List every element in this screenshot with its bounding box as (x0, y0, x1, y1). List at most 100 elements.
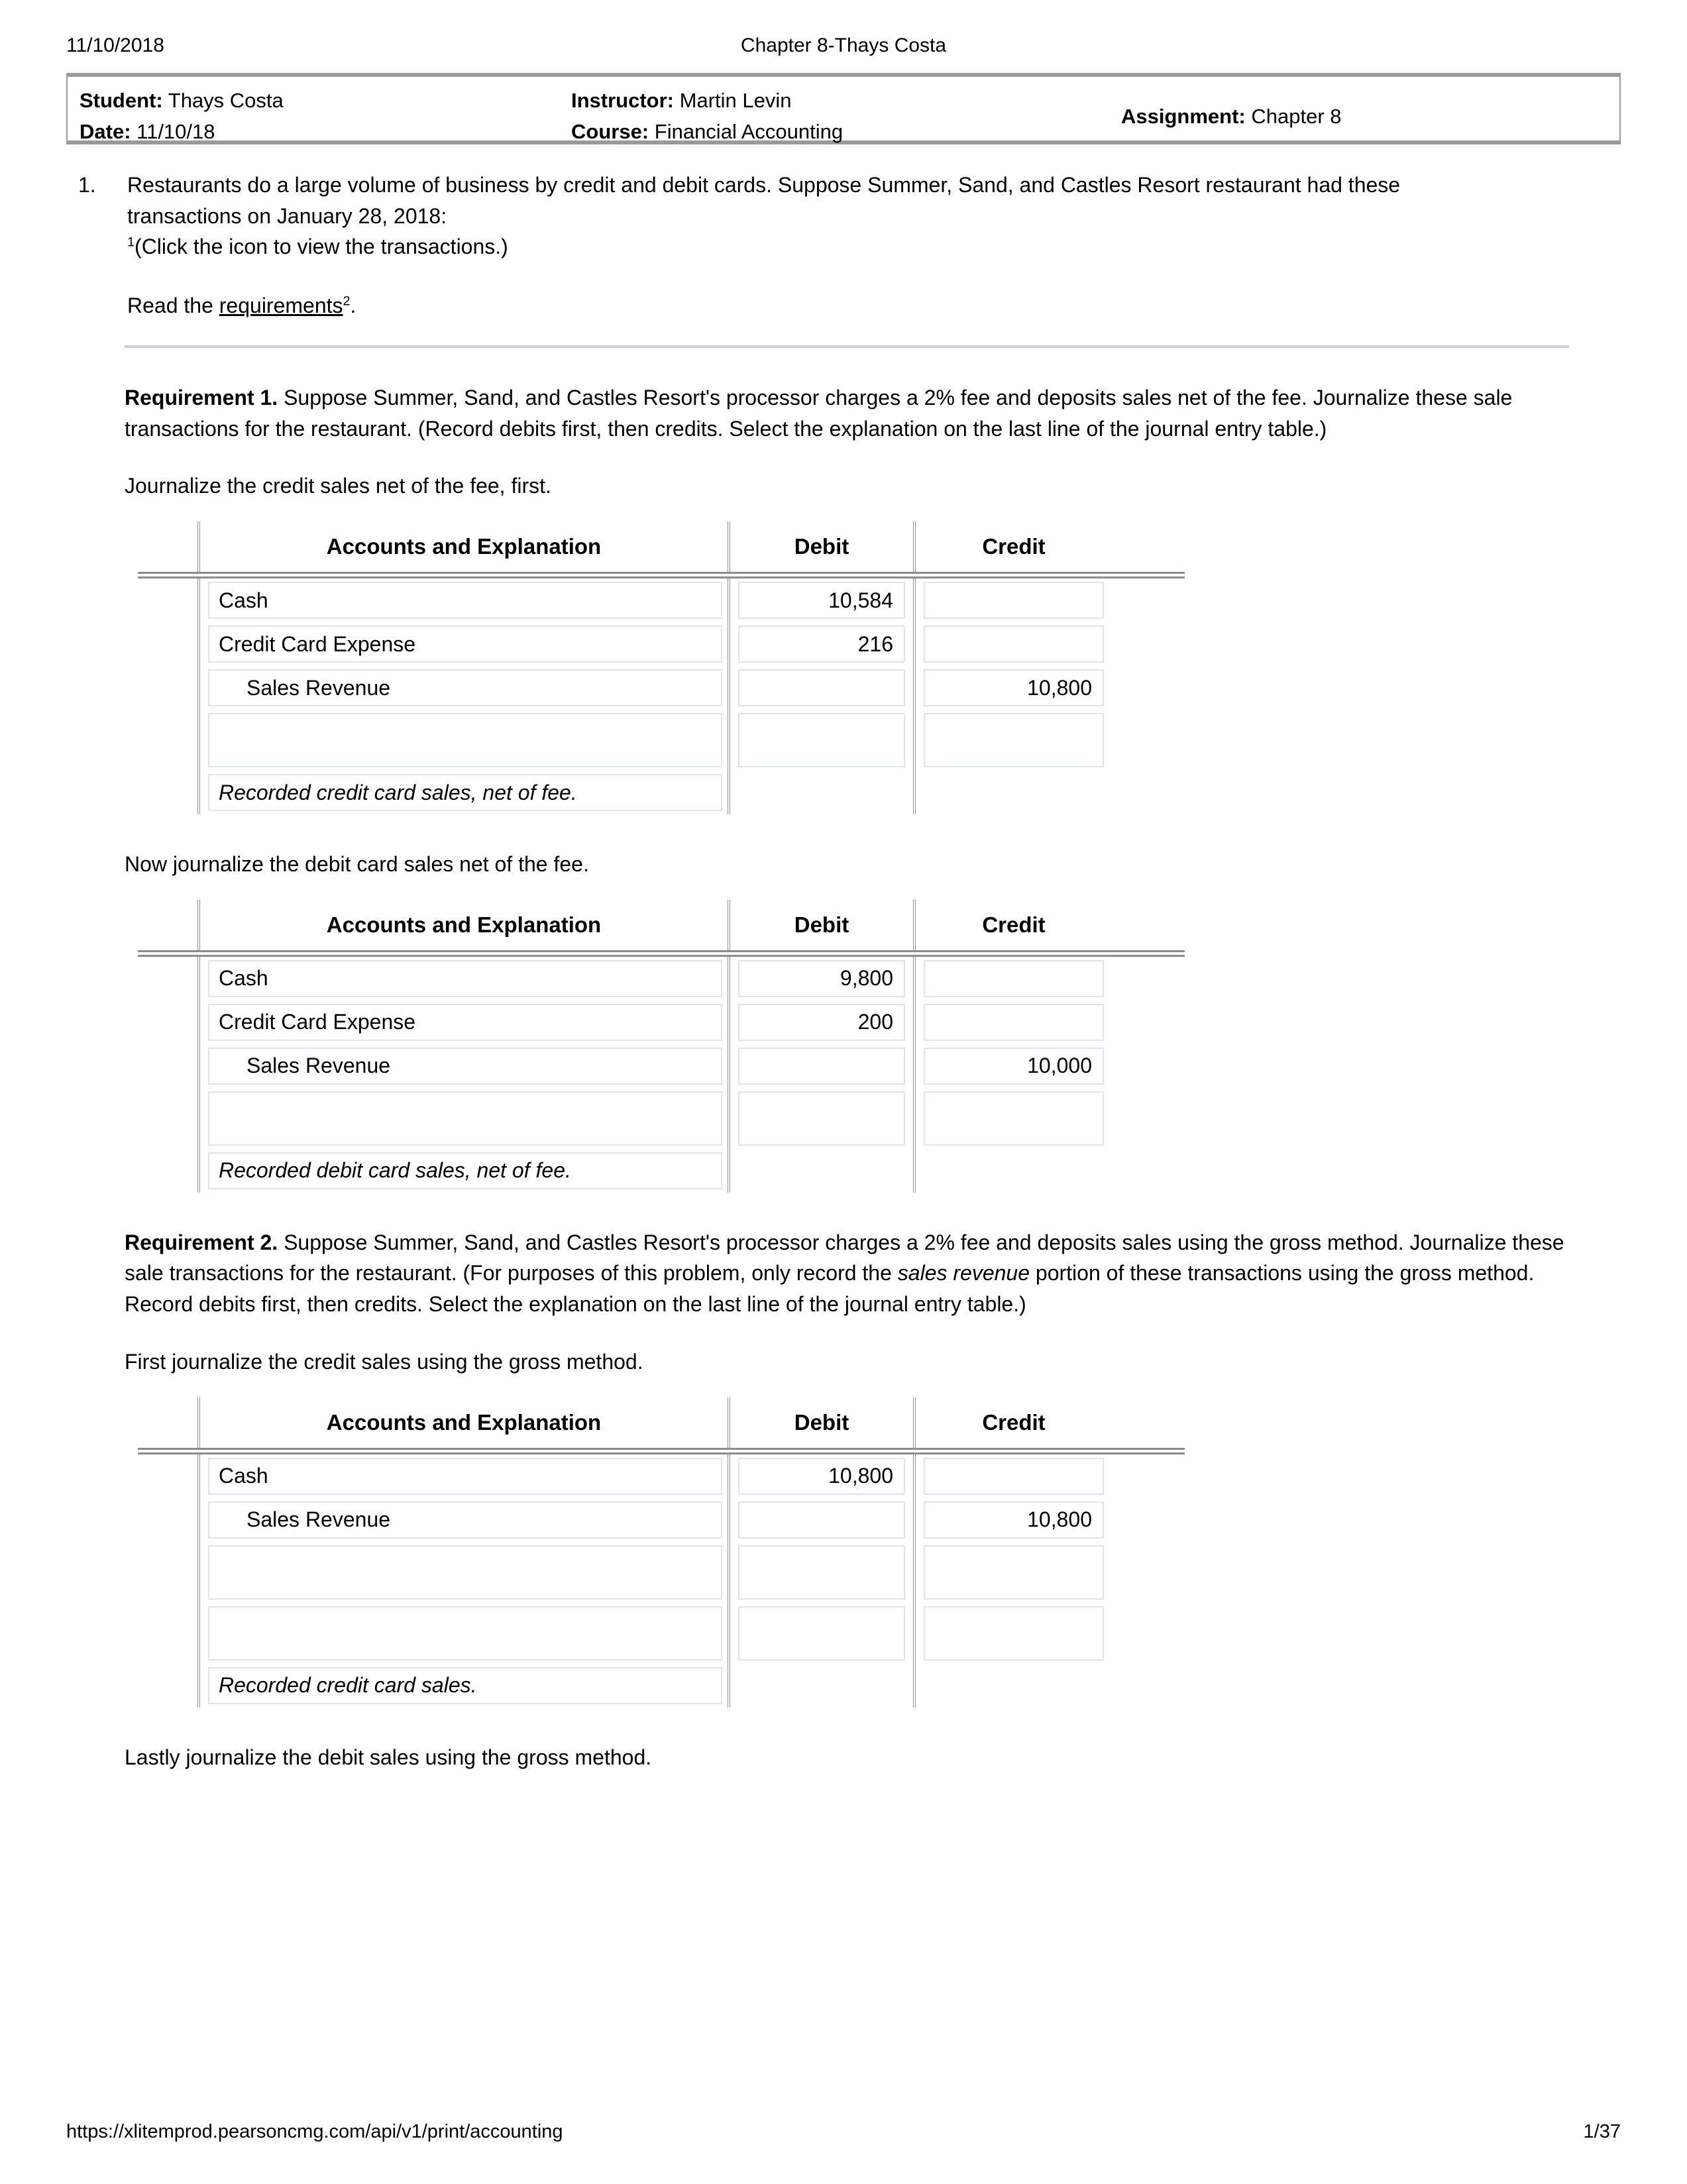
account-cell[interactable]: Cash (197, 578, 728, 623)
account-input[interactable]: Cash (208, 1457, 722, 1495)
account-cell[interactable]: Sales Revenue (197, 1498, 728, 1542)
explanation-cell[interactable]: Recorded credit card sales. (197, 1663, 728, 1708)
debit-cell[interactable]: 9,800 (728, 956, 913, 1001)
account-cell[interactable]: Cash (197, 1454, 728, 1498)
debit-cell[interactable]: 10,800 (728, 1454, 913, 1498)
account-cell[interactable]: Credit Card Expense (197, 1000, 728, 1044)
explanation-input[interactable]: Recorded credit card sales. (208, 1666, 722, 1704)
debit-cell[interactable] (728, 666, 913, 710)
credit-input[interactable]: 10,800 (924, 1501, 1104, 1539)
click-icon-note[interactable]: 1(Click the icon to view the transaction… (127, 231, 1452, 262)
student-row: Student: Thays Costa (80, 85, 571, 116)
explanation-cell[interactable]: Recorded credit card sales, net of fee. (197, 771, 728, 815)
requirement-1-prompt-a: Journalize the credit sales net of the f… (125, 470, 1576, 502)
debit-cell[interactable] (728, 1044, 913, 1088)
explanation-input[interactable]: Recorded credit card sales, net of fee. (208, 774, 722, 812)
debit-cell[interactable]: 216 (728, 622, 913, 667)
credit-input[interactable] (924, 1606, 1104, 1661)
account-input[interactable] (208, 1606, 722, 1661)
requirements-link[interactable]: requirements (219, 294, 343, 317)
header-credit: Credit (913, 1397, 1112, 1448)
credit-cell[interactable] (913, 956, 1112, 1001)
account-cell[interactable]: Sales Revenue (197, 1044, 728, 1088)
account-input[interactable] (208, 1545, 722, 1600)
account-input[interactable]: Sales Revenue (208, 1501, 722, 1539)
account-input[interactable] (208, 1091, 722, 1146)
credit-input[interactable]: 10,000 (924, 1047, 1104, 1085)
debit-cell[interactable] (728, 1602, 913, 1664)
account-input[interactable]: Cash (208, 959, 722, 997)
debit-input[interactable] (738, 1091, 905, 1146)
account-input[interactable]: Cash (208, 582, 722, 620)
account-input[interactable]: Credit Card Expense (208, 1003, 722, 1041)
account-cell[interactable]: Credit Card Expense (197, 622, 728, 667)
requirement-2-paragraph: Requirement 2. Suppose Summer, Sand, and… (125, 1227, 1576, 1320)
debit-cell[interactable]: 10,584 (728, 578, 913, 623)
printed-assignment-page: 11/10/2018 Chapter 8-Thays Costa Student… (0, 0, 1687, 2184)
table-explanation-row: Recorded credit card sales, net of fee. (125, 771, 1205, 815)
credit-input[interactable] (924, 1545, 1104, 1600)
account-input[interactable]: Credit Card Expense (208, 626, 722, 663)
debit-input[interactable] (738, 1606, 905, 1661)
debit-cell[interactable] (728, 1541, 913, 1603)
debit-input[interactable] (738, 1047, 905, 1085)
debit-input[interactable] (738, 1501, 905, 1539)
credit-cell[interactable]: 10,800 (913, 1498, 1112, 1542)
credit-input[interactable] (924, 959, 1104, 997)
explanation-cell[interactable]: Recorded debit card sales, net of fee. (197, 1148, 728, 1193)
credit-cell[interactable] (913, 1454, 1112, 1498)
account-cell[interactable] (197, 710, 728, 771)
debit-cell[interactable]: 200 (728, 1000, 913, 1044)
credit-cell[interactable] (913, 1541, 1112, 1603)
debit-input[interactable]: 10,584 (738, 582, 905, 620)
debit-input[interactable]: 216 (738, 626, 905, 663)
account-input[interactable]: Sales Revenue (208, 669, 722, 707)
credit-input[interactable] (924, 582, 1104, 620)
requirement-2-prompt-a: First journalize the credit sales using … (125, 1346, 1576, 1378)
student-value: Thays Costa (168, 89, 284, 112)
account-cell[interactable] (197, 1541, 728, 1603)
debit-input[interactable] (738, 669, 905, 707)
credit-input[interactable]: 10,800 (924, 669, 1104, 707)
row-gutter (125, 578, 197, 622)
credit-input[interactable] (924, 713, 1104, 768)
credit-input[interactable] (924, 626, 1104, 663)
date-row: Date: 11/10/18 (80, 116, 571, 147)
credit-cell[interactable] (913, 710, 1112, 771)
credit-cell[interactable] (913, 1000, 1112, 1044)
debit-cell[interactable] (728, 710, 913, 771)
account-input[interactable]: Sales Revenue (208, 1047, 722, 1085)
debit-input[interactable] (738, 1545, 905, 1600)
header-spacer-cell (125, 900, 197, 950)
debit-cell[interactable] (728, 1498, 913, 1542)
account-cell[interactable] (197, 1087, 728, 1149)
credit-cell[interactable] (913, 622, 1112, 667)
credit-cell[interactable]: 10,000 (913, 1044, 1112, 1088)
date-value: 11/10/18 (136, 120, 215, 144)
prompt-text: Now journalize the debit card sales net … (125, 852, 589, 877)
debit-input[interactable]: 9,800 (738, 959, 905, 997)
debit-cell[interactable] (728, 1087, 913, 1149)
credit-cell[interactable]: 10,800 (913, 666, 1112, 710)
account-cell[interactable] (197, 1602, 728, 1664)
credit-input[interactable] (924, 1003, 1104, 1041)
account-cell[interactable]: Cash (197, 956, 728, 1001)
journal-entry-table-2: Accounts and Explanation Debit Credit Ca… (125, 899, 1205, 1193)
credit-cell[interactable] (913, 1602, 1112, 1664)
credit-cell[interactable] (913, 578, 1112, 623)
credit-input[interactable] (924, 1457, 1104, 1495)
debit-input[interactable] (738, 713, 905, 768)
credit-input[interactable] (924, 1091, 1104, 1146)
debit-input[interactable]: 200 (738, 1003, 905, 1041)
account-cell[interactable]: Sales Revenue (197, 666, 728, 710)
account-input[interactable] (208, 713, 722, 768)
course-value: Financial Accounting (654, 120, 844, 144)
explanation-input[interactable]: Recorded debit card sales, net of fee. (208, 1152, 722, 1189)
debit-input[interactable]: 10,800 (738, 1457, 905, 1495)
credit-cell[interactable] (913, 1087, 1112, 1149)
runhead-title: Chapter 8-Thays Costa (740, 34, 947, 56)
